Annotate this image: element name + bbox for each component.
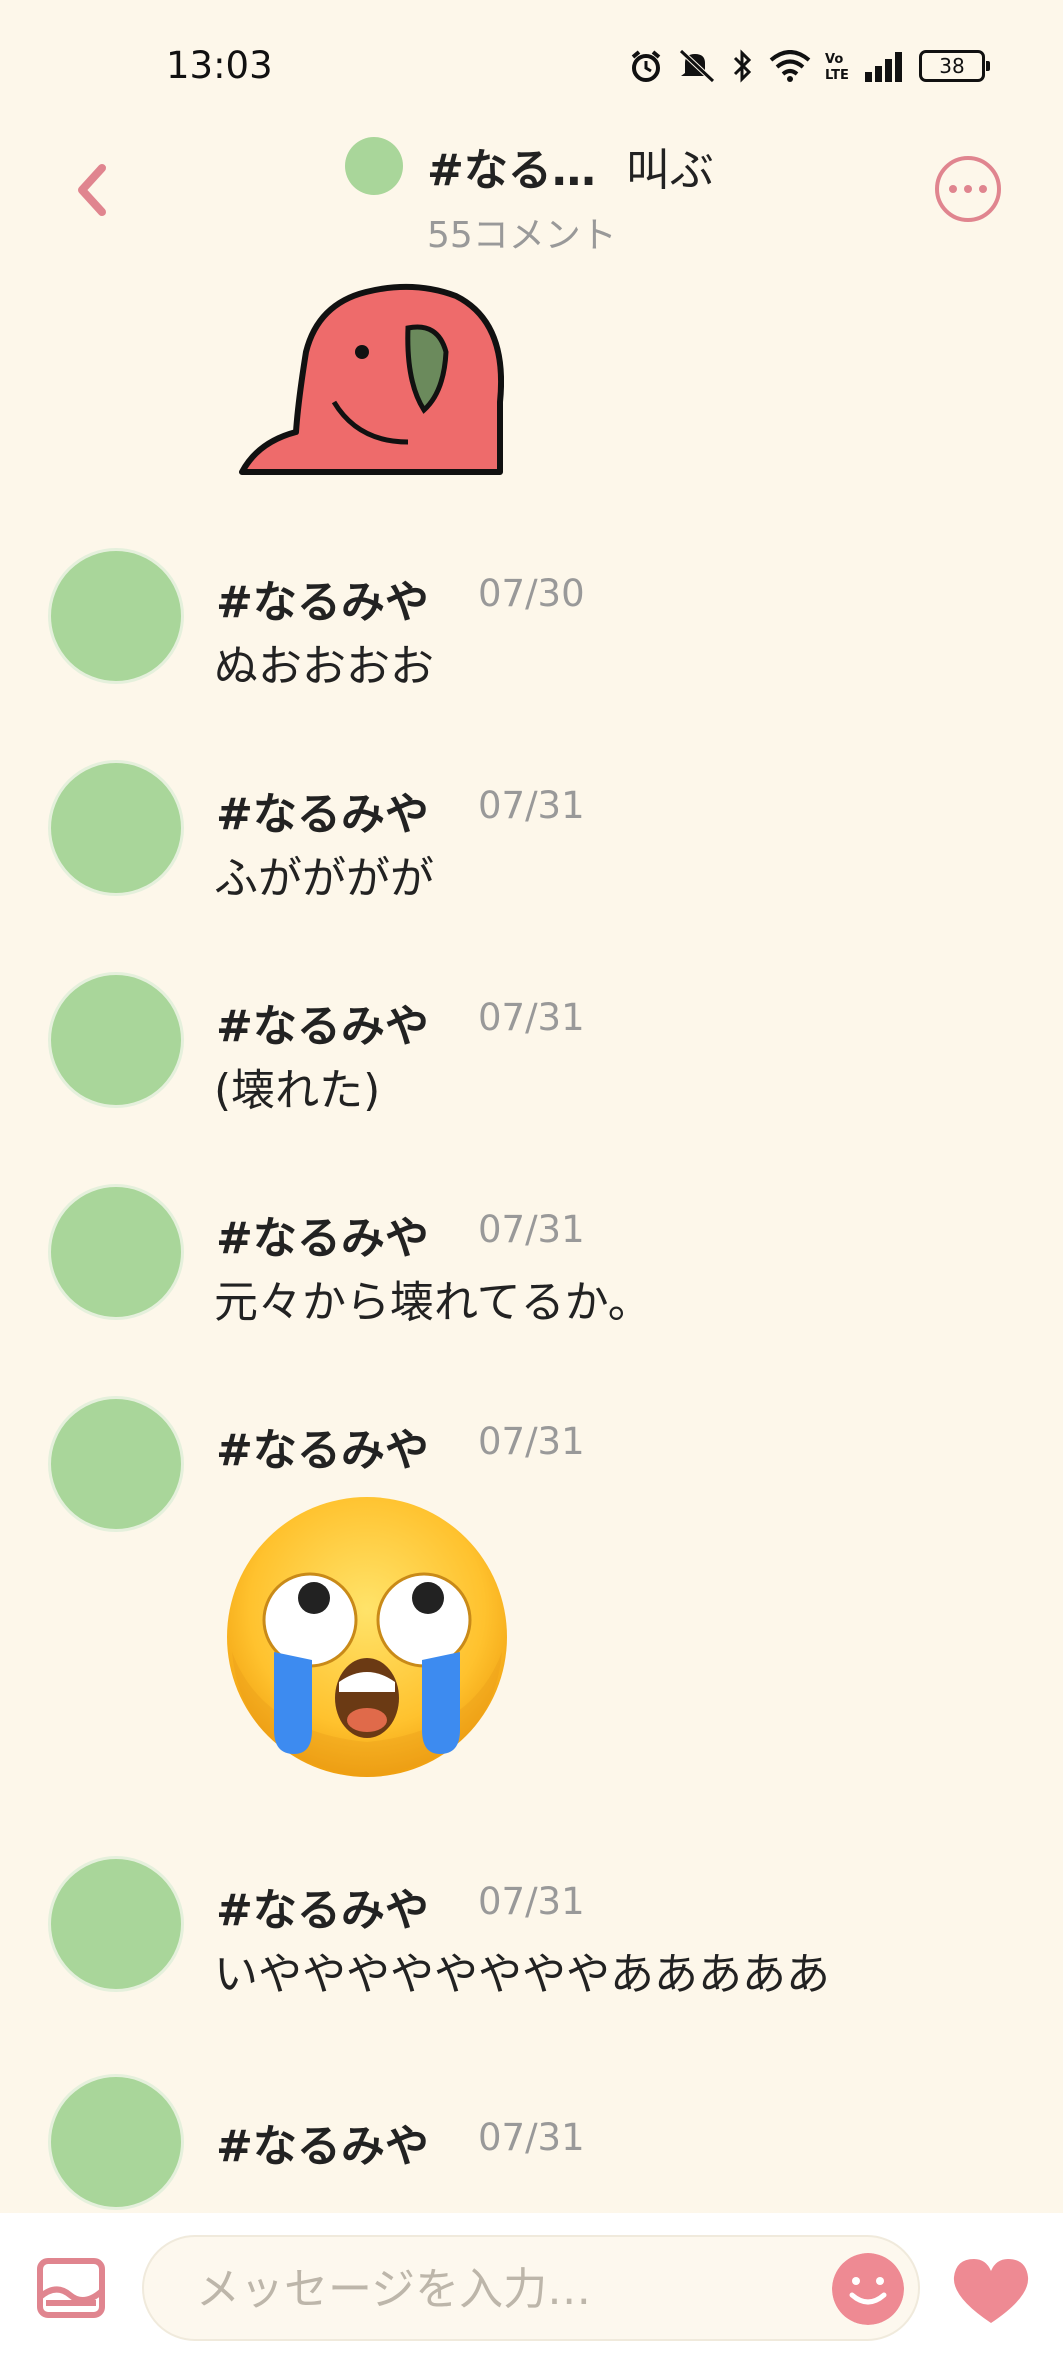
- svg-text:Vo: Vo: [825, 52, 843, 67]
- back-button[interactable]: [62, 160, 122, 220]
- smile-icon[interactable]: [832, 2253, 904, 2325]
- message-text: ふがががが: [214, 853, 434, 904]
- message-author[interactable]: #なるみや: [216, 778, 429, 842]
- comment-count: 55コメント: [427, 215, 617, 256]
- heart-icon[interactable]: [950, 2257, 1032, 2327]
- crying-face-emoji: [227, 1497, 507, 1777]
- page-title: #なる…: [427, 145, 596, 196]
- avatar[interactable]: [48, 1396, 184, 1532]
- message-date: 07/31: [478, 2116, 585, 2159]
- image-icon[interactable]: [36, 2257, 106, 2319]
- status-icons: Vo LTE 38: [629, 46, 990, 86]
- avatar[interactable]: [48, 972, 184, 1108]
- title-area[interactable]: #なる… 叫ぶ 55コメント: [345, 134, 765, 258]
- message-input-bar: [0, 2213, 1063, 2364]
- channel-avatar: [345, 137, 403, 195]
- signal-icon: [865, 52, 902, 82]
- message-date: 07/31: [478, 1880, 585, 1923]
- message-date: 07/31: [478, 1420, 585, 1463]
- message-date: 07/31: [478, 784, 585, 827]
- wifi-icon: [769, 50, 811, 82]
- alarm-icon: [631, 50, 661, 82]
- message-text: いややややややややあああああ: [214, 1949, 830, 2000]
- avatar[interactable]: [48, 1856, 184, 1992]
- message-date: 07/31: [478, 996, 585, 1039]
- title-extra: 叫ぶ: [625, 145, 714, 196]
- message-input-container: [142, 2235, 920, 2341]
- mute-icon: [679, 49, 715, 83]
- bluetooth-icon: [733, 49, 752, 83]
- message-author[interactable]: #なるみや: [216, 566, 429, 630]
- message-input[interactable]: [194, 2237, 758, 2341]
- avatar[interactable]: [48, 1184, 184, 1320]
- svg-text:LTE: LTE: [825, 68, 849, 82]
- avatar[interactable]: [48, 548, 184, 684]
- message-author[interactable]: #なるみや: [216, 990, 429, 1054]
- status-bar: 13:03 Vo LTE 38: [0, 0, 1063, 130]
- avatar[interactable]: [48, 2074, 184, 2210]
- message-date: 07/30: [478, 572, 585, 615]
- message-text: 元々から壊れてるか。: [214, 1277, 652, 1328]
- message-author[interactable]: #なるみや: [216, 1202, 429, 1266]
- message-date: 07/31: [478, 1208, 585, 1251]
- header: #なる… 叫ぶ 55コメント: [0, 130, 1063, 256]
- message-text: (壊れた): [214, 1065, 381, 1116]
- more-options-icon[interactable]: [935, 156, 1001, 222]
- battery-icon: 38: [919, 50, 990, 82]
- back-chevron-icon: [78, 164, 106, 216]
- message-author[interactable]: #なるみや: [216, 1414, 429, 1478]
- message-text: ぬおおおお: [214, 641, 434, 692]
- message-author[interactable]: #なるみや: [216, 1874, 429, 1938]
- parrot-sticker: [239, 283, 504, 475]
- status-time: 13:03: [166, 44, 273, 87]
- volte-icon: Vo LTE: [825, 52, 849, 82]
- message-author[interactable]: #なるみや: [216, 2110, 429, 2174]
- avatar[interactable]: [48, 760, 184, 896]
